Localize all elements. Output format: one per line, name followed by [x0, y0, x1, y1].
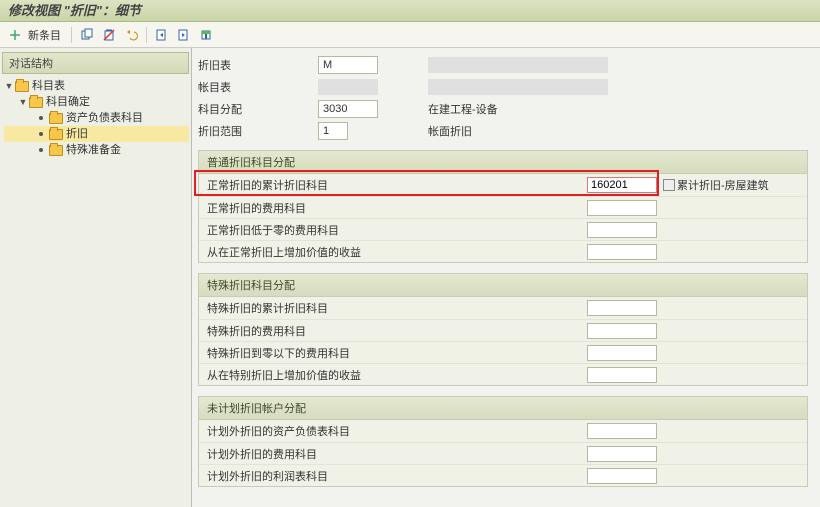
search-help-icon[interactable]: [663, 179, 675, 191]
label-depr-range: 折旧范围: [198, 123, 318, 139]
main-area: 折旧表 帐目表 科目分配 在建工程-设备 折旧范围 帐面折旧 普通折旧科目分配: [192, 48, 820, 507]
tree: ▼ 科目表 ▼ 科目确定 资产负债表科目 折旧: [2, 76, 189, 158]
folder-icon: [49, 145, 63, 156]
account-alloc-text: 在建工程-设备: [428, 101, 498, 117]
input[interactable]: [587, 446, 657, 462]
folder-icon: [49, 113, 63, 124]
input-depr-range[interactable]: [318, 122, 348, 140]
tree-node-balance-sheet[interactable]: 资产负债表科目: [4, 110, 189, 126]
separator: [146, 27, 147, 43]
tree-node-chart-of-depr[interactable]: ▼ 科目表: [4, 78, 189, 94]
label: 计划外折旧的利润表科目: [207, 468, 587, 484]
next-icon[interactable]: [175, 26, 193, 44]
label-expense-acc: 正常折旧的费用科目: [207, 200, 587, 216]
group-title: 特殊折旧科目分配: [199, 274, 807, 297]
group-title: 未计划折旧帐户分配: [199, 397, 807, 420]
group-special-depr: 特殊折旧科目分配 特殊折旧的累计折旧科目 特殊折旧的费用科目 特殊折旧到零以下的…: [198, 273, 808, 386]
input-expense-acc[interactable]: [587, 200, 657, 216]
prev-icon[interactable]: [153, 26, 171, 44]
sidebar-title: 对话结构: [2, 52, 189, 74]
folder-icon: [49, 129, 63, 140]
folder-icon: [29, 97, 43, 108]
input[interactable]: [587, 323, 657, 339]
accum-depr-text: 累计折旧-房屋建筑: [677, 177, 769, 193]
chart-value: [318, 79, 378, 95]
undo-icon[interactable]: [122, 26, 140, 44]
sidebar: 对话结构 ▼ 科目表 ▼ 科目确定 资产负债表科目 折旧: [0, 48, 192, 507]
input-account-alloc[interactable]: [318, 100, 378, 118]
toolbar: 新条目: [0, 22, 820, 48]
toggle-icon[interactable]: [6, 26, 24, 44]
group-ordinary-depr: 普通折旧科目分配 正常折旧的累计折旧科目 累计折旧-房屋建筑 正常折旧的费用科目…: [198, 150, 808, 263]
label: 特殊折旧到零以下的费用科目: [207, 345, 587, 361]
tree-label: 特殊准备金: [66, 142, 121, 158]
header-fields: 折旧表 帐目表 科目分配 在建工程-设备 折旧范围 帐面折旧: [198, 54, 820, 142]
group-title: 普通折旧科目分配: [199, 151, 807, 174]
label: 特殊折旧的费用科目: [207, 323, 587, 339]
folder-icon: [15, 81, 29, 92]
label-accum-depr: 正常折旧的累计折旧科目: [207, 177, 587, 193]
label-revenue-writeup: 从在正常折旧上增加价值的收益: [207, 244, 587, 260]
trailing: 累计折旧-房屋建筑: [663, 177, 769, 193]
tree-label: 科目确定: [46, 94, 90, 110]
label-account-alloc: 科目分配: [198, 101, 318, 117]
input[interactable]: [587, 423, 657, 439]
tree-label: 资产负债表科目: [66, 110, 143, 126]
depr-table-text: [428, 57, 608, 73]
tree-node-special-reserve[interactable]: 特殊准备金: [4, 142, 189, 158]
label: 特殊折旧的累计折旧科目: [207, 300, 587, 316]
bullet-icon: [39, 148, 43, 152]
chart-text: [428, 79, 608, 95]
page-title: 修改视图 "折旧"：细节: [0, 0, 820, 22]
label: 从在特别折旧上增加价值的收益: [207, 367, 587, 383]
label-chart-of-acc: 帐目表: [198, 79, 318, 95]
tree-label: 科目表: [32, 78, 65, 94]
group-unplanned-depr: 未计划折旧帐户分配 计划外折旧的资产负债表科目 计划外折旧的费用科目 计划外折旧…: [198, 396, 808, 487]
input[interactable]: [587, 345, 657, 361]
depr-range-text: 帐面折旧: [428, 123, 472, 139]
input-depr-table[interactable]: [318, 56, 378, 74]
expand-icon[interactable]: ▼: [4, 78, 14, 94]
separator: [71, 27, 72, 43]
export-icon[interactable]: [197, 26, 215, 44]
tree-label: 折旧: [66, 126, 88, 142]
label: 计划外折旧的费用科目: [207, 446, 587, 462]
label-below-zero: 正常折旧低于零的费用科目: [207, 222, 587, 238]
copy-icon[interactable]: [78, 26, 96, 44]
label: 计划外折旧的资产负债表科目: [207, 423, 587, 439]
input-accum-depr[interactable]: [587, 177, 657, 193]
delete-icon[interactable]: [100, 26, 118, 44]
input[interactable]: [587, 367, 657, 383]
bullet-icon: [39, 116, 43, 120]
expand-icon[interactable]: ▼: [18, 94, 28, 110]
input-below-zero[interactable]: [587, 222, 657, 238]
tree-node-depreciation[interactable]: 折旧: [4, 126, 189, 142]
new-entry-button[interactable]: 新条目: [28, 27, 61, 43]
bullet-icon: [39, 132, 43, 136]
label-depr-table: 折旧表: [198, 57, 318, 73]
tree-node-account-determ[interactable]: ▼ 科目确定: [4, 94, 189, 110]
input[interactable]: [587, 468, 657, 484]
input[interactable]: [587, 300, 657, 316]
input-revenue-writeup[interactable]: [587, 244, 657, 260]
